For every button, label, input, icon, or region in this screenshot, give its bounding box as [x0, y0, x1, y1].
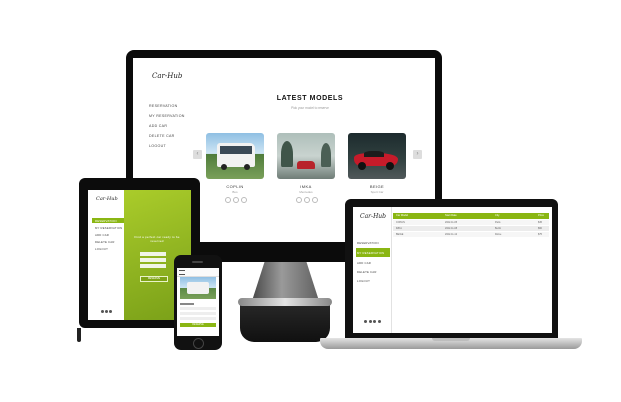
desktop-nav-add-car[interactable]: ADD CAR [149, 124, 167, 128]
tablet-hero-headline: Find a perfect car ready to be reserved [134, 235, 180, 243]
table-cell: 2022-11-12 [445, 233, 458, 236]
phone-home-button[interactable] [193, 338, 204, 349]
laptop-nav-add-car[interactable]: ADD CAR [357, 261, 371, 265]
car-card-name-3: BEIGE [369, 184, 385, 189]
car-card-sub-1: Bus [232, 190, 238, 194]
col-header-4: Price [538, 214, 544, 217]
tablet-reserve-button[interactable]: RESERVE [140, 276, 168, 282]
phone-row-1 [180, 307, 216, 310]
tablet-nav-add-car[interactable]: ADD CAR [95, 233, 109, 237]
tablet-cover-edge [77, 328, 81, 342]
latest-models-subtitle: Pick your model to reserve [291, 106, 329, 110]
col-header-2: Start Date [445, 214, 457, 217]
reservations-table-header [393, 213, 549, 219]
car-card-image-2[interactable] [277, 133, 335, 179]
table-cell: $45 [538, 221, 542, 224]
desktop-nav-reservation[interactable]: RESERVATION [149, 104, 177, 108]
tablet-nav-delete-car[interactable]: DELETE CAR [95, 240, 115, 244]
phone-car-image[interactable] [180, 277, 216, 299]
desktop-nav-delete-car[interactable]: DELETE CAR [149, 134, 175, 138]
laptop-nav-reservation[interactable]: RESERVATION [357, 241, 379, 245]
table-cell: Rome [495, 233, 502, 236]
table-cell: BEIGE [396, 233, 404, 236]
tablet-nav-reservation[interactable]: RESERVATION [95, 219, 117, 223]
monitor-stand-base [240, 300, 330, 342]
car-card-image-3[interactable] [348, 133, 406, 179]
monitor-stand-rim [238, 298, 332, 306]
desktop-nav-my-reservation[interactable]: MY RESERVATION [149, 114, 185, 118]
tablet-social-icons[interactable] [101, 310, 115, 313]
col-header-3: City [495, 214, 500, 217]
laptop-social-icons[interactable] [364, 320, 381, 323]
phone-row-2 [180, 312, 216, 315]
tablet-nav-my-reservation[interactable]: MY RESERVATION [95, 226, 122, 230]
phone-speaker [192, 261, 203, 263]
table-cell: $60 [538, 227, 542, 230]
desktop-nav-logout[interactable]: LOGOUT [149, 144, 166, 148]
laptop-nav-my-reservation[interactable]: MY RESERVATION [357, 251, 384, 255]
tablet-input-date[interactable] [140, 258, 166, 262]
desktop-logo: Car-Hub [152, 72, 183, 80]
car-card-image-1[interactable] [206, 133, 264, 179]
carousel-next-button[interactable]: › [413, 150, 422, 159]
phone-menu-icon[interactable] [179, 270, 185, 275]
phone-text-line-1 [180, 303, 194, 305]
tablet-logo: Car-Hub [96, 196, 118, 202]
carousel-prev-button[interactable]: ‹ [193, 150, 202, 159]
car-card-name-2: IMKA [300, 184, 312, 189]
table-cell: Berlin [495, 227, 502, 230]
table-row[interactable] [393, 220, 549, 225]
car-card-social-1[interactable] [225, 197, 247, 203]
table-row[interactable] [393, 232, 549, 237]
laptop-nav-logout[interactable]: LOGOUT [357, 279, 370, 283]
table-cell: IMKA [396, 227, 402, 230]
laptop-logo: Car-Hub [360, 213, 387, 220]
col-header-1: Car Model [396, 214, 408, 217]
tablet-input-name[interactable] [140, 252, 166, 256]
laptop-nav-delete-car[interactable]: DELETE CAR [357, 270, 377, 274]
car-card-name-1: COPLIN [226, 184, 244, 189]
phone-reserve-button[interactable]: RESERVE [180, 323, 216, 327]
table-cell: COPLIN [396, 221, 405, 224]
table-cell: $75 [538, 233, 542, 236]
table-cell: 2022-11-08 [445, 227, 458, 230]
laptop-sidebar-divider [391, 207, 392, 333]
car-card-sub-2: Mercedes [299, 190, 313, 194]
phone-row-3 [180, 317, 216, 320]
table-cell: Paris [495, 221, 501, 224]
tablet-input-city[interactable] [140, 264, 166, 268]
tablet-nav-logout[interactable]: LOGOUT [95, 247, 108, 251]
table-cell: 2022-11-05 [445, 221, 458, 224]
table-row[interactable] [393, 226, 549, 231]
latest-models-title: LATEST MODELS [276, 95, 344, 102]
car-card-social-2[interactable] [296, 197, 318, 203]
car-card-sub-3: Sport Car [370, 190, 384, 194]
laptop-notch [432, 338, 470, 341]
